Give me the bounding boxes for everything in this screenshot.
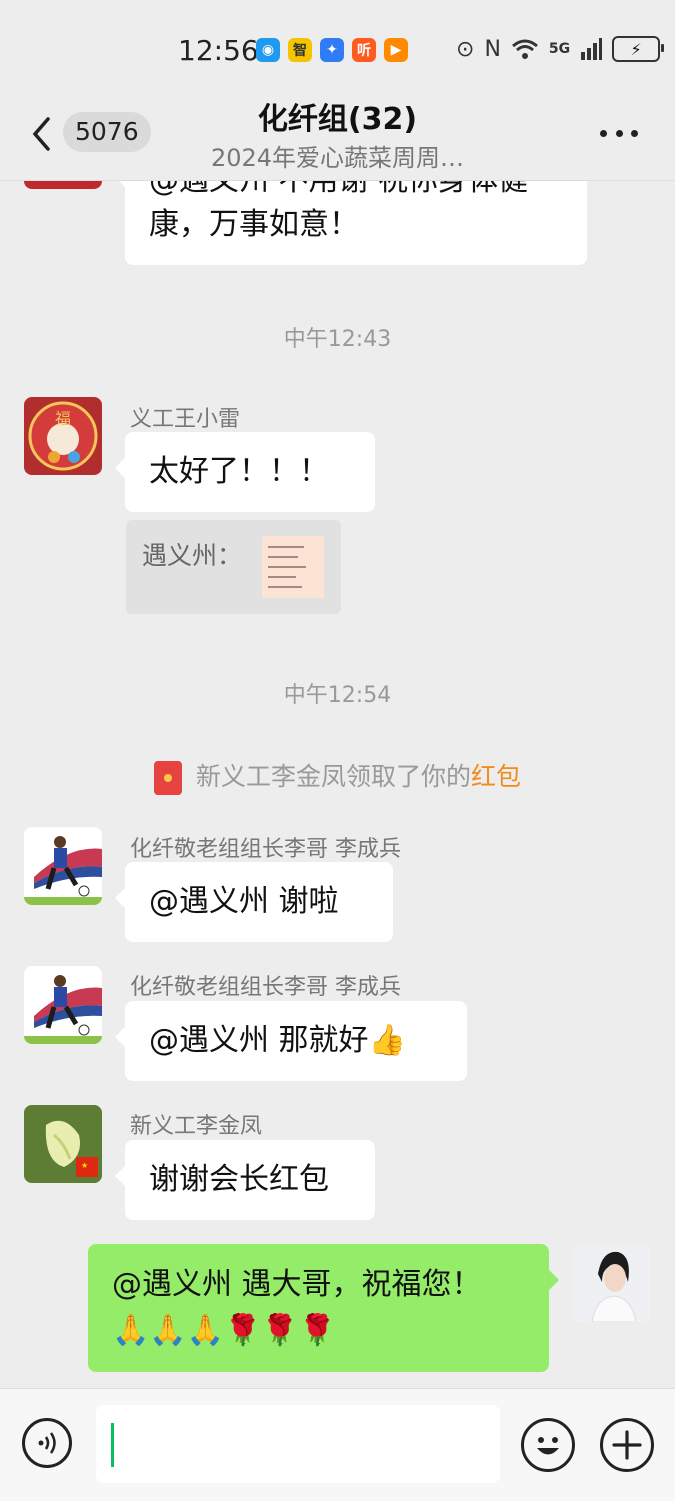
- red-packet-link[interactable]: 红包: [471, 762, 521, 791]
- portrait-avatar-icon: [572, 1244, 650, 1322]
- more-options-icon[interactable]: [600, 130, 638, 138]
- message-bubble[interactable]: 太好了！！！: [115, 432, 375, 512]
- avatar[interactable]: [24, 827, 102, 905]
- fortune-avatar-icon: 福: [28, 401, 98, 471]
- news-app-icon: 智: [288, 38, 312, 62]
- message-text: @遇义州 不用谢 祝你身体健康，万事如意！: [149, 181, 528, 242]
- message-text: @遇义州 遇大哥，祝福您！: [112, 1267, 482, 1302]
- message-text: @遇义州 谢啦: [149, 884, 339, 919]
- chat-header: 5076 化纤组(32) 2024年爱心蔬菜周周…: [0, 88, 675, 181]
- more-functions-button[interactable]: [600, 1418, 654, 1472]
- sender-name: 新义工李金凤: [130, 1114, 263, 1139]
- wifi-icon: [511, 39, 538, 59]
- my-avatar[interactable]: [572, 1244, 650, 1322]
- svg-text:★: ★: [81, 1161, 88, 1170]
- soccer-player-avatar-icon: [24, 836, 102, 905]
- signal-5g-label: 5G: [548, 41, 571, 57]
- message-list[interactable]: @遇义州 不用谢 祝你身体健康，万事如意！ 中午12:43 福 义工王小雷 太好…: [0, 181, 675, 1388]
- voice-icon: [38, 1432, 56, 1454]
- smiley-icon: [537, 1437, 559, 1455]
- status-bar: 12:56 ◉ 智 ✦ 听 ▶ ⊙ N 5G ⚡: [0, 0, 675, 88]
- soccer-player-avatar-icon: [24, 975, 102, 1044]
- chat-title: 化纤组(32): [257, 102, 418, 137]
- status-indicators: ⊙ N 5G ⚡: [456, 36, 665, 62]
- system-message: 新义工李金凤领取了你的红包: [0, 757, 675, 795]
- flower-avatar-icon: ★: [24, 1105, 102, 1183]
- message-text: 谢谢会长红包: [149, 1162, 329, 1197]
- svg-text:福: 福: [55, 409, 71, 428]
- timestamp: 中午12:54: [283, 683, 392, 708]
- message-text: @遇义州 那就好👍: [149, 1023, 406, 1058]
- nfc-icon: N: [484, 36, 501, 62]
- message-bubble[interactable]: @遇义州 不用谢 祝你身体健康，万事如意！: [115, 181, 587, 265]
- avatar[interactable]: [24, 181, 102, 189]
- avatar[interactable]: ★: [24, 1105, 102, 1183]
- listen-app-icon: 听: [352, 38, 376, 62]
- signal-bars-icon: [581, 38, 603, 60]
- battery-charging-icon: ⚡: [612, 36, 665, 62]
- avatar[interactable]: 福: [24, 397, 102, 475]
- message-bubble[interactable]: 谢谢会长红包: [115, 1140, 375, 1220]
- input-bar: [0, 1388, 675, 1501]
- sender-name: 化纤敬老组组长李哥 李成兵: [130, 975, 401, 1000]
- voice-input-button[interactable]: [22, 1418, 72, 1468]
- plus-icon: [612, 1430, 642, 1460]
- sender-name: 义工王小雷: [130, 407, 241, 432]
- avatar[interactable]: [24, 966, 102, 1044]
- sender-name: 化纤敬老组组长李哥 李成兵: [130, 837, 401, 862]
- quote-sender: 遇义州：: [142, 541, 243, 570]
- quote-image-thumbnail: [262, 536, 324, 598]
- timestamp: 中午12:43: [283, 327, 392, 352]
- message-text: 太好了！！！: [149, 454, 329, 489]
- message-emoji-line: 🙏🙏🙏🌹🌹🌹: [112, 1313, 337, 1348]
- my-message-bubble[interactable]: @遇义州 遇大哥，祝福您！ 🙏🙏🙏🌹🌹🌹: [88, 1244, 559, 1372]
- red-packet-icon: [153, 761, 182, 795]
- emoji-button[interactable]: [521, 1418, 575, 1472]
- system-message-text: 新义工李金凤领取了你的: [195, 762, 471, 791]
- hd-call-icon: ⊙: [456, 36, 475, 62]
- map-app-icon: ✦: [320, 38, 344, 62]
- status-time: 12:56: [178, 34, 259, 67]
- status-app-icons: ◉ 智 ✦ 听 ▶: [256, 38, 408, 62]
- message-bubble[interactable]: @遇义州 那就好👍: [115, 1001, 467, 1081]
- video-app-icon: ▶: [384, 38, 408, 62]
- chat-bubble-app-icon: ◉: [256, 38, 280, 62]
- message-bubble[interactable]: @遇义州 谢啦: [115, 862, 393, 942]
- chat-subtitle[interactable]: 2024年爱心蔬菜周周…: [0, 138, 675, 173]
- text-caret: [111, 1423, 114, 1467]
- quoted-message[interactable]: 遇义州：: [126, 520, 341, 614]
- message-input[interactable]: [96, 1405, 500, 1483]
